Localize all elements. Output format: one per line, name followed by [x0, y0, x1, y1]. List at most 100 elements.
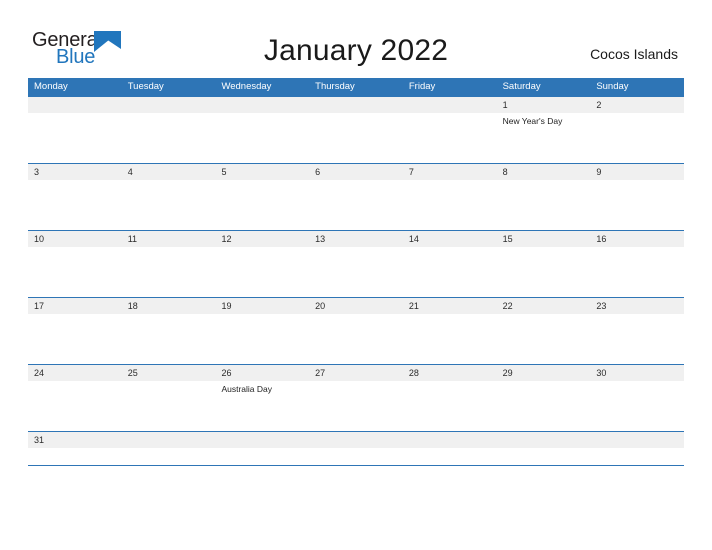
day-number[interactable]	[309, 432, 403, 448]
day-cell[interactable]	[28, 314, 122, 364]
day-cell[interactable]	[215, 314, 309, 364]
day-cell[interactable]	[28, 180, 122, 230]
day-number[interactable]: 4	[122, 164, 216, 180]
day-cell[interactable]	[497, 247, 591, 297]
calendar-page: General Blue January 2022 Cocos Islands …	[0, 0, 712, 550]
day-number[interactable]: 15	[497, 231, 591, 247]
day-number[interactable]: 3	[28, 164, 122, 180]
day-cell[interactable]	[590, 381, 684, 431]
day-number[interactable]	[28, 97, 122, 113]
day-number[interactable]	[215, 97, 309, 113]
day-cell[interactable]	[215, 180, 309, 230]
day-cell[interactable]	[215, 247, 309, 297]
day-cell[interactable]	[590, 314, 684, 364]
day-cell[interactable]	[403, 448, 497, 465]
weekday-friday: Friday	[408, 81, 436, 92]
day-number[interactable]: 13	[309, 231, 403, 247]
day-number[interactable]: 29	[497, 365, 591, 381]
day-number[interactable]: 25	[122, 365, 216, 381]
day-cell[interactable]: New Year's Day	[497, 113, 591, 163]
day-cell[interactable]	[309, 448, 403, 465]
day-number[interactable]: 22	[497, 298, 591, 314]
day-number[interactable]	[590, 432, 684, 448]
day-number[interactable]	[403, 432, 497, 448]
day-number[interactable]: 17	[28, 298, 122, 314]
day-cell[interactable]	[215, 113, 309, 163]
day-number[interactable]: 8	[497, 164, 591, 180]
week-date-band: 24 25 26 27 28 29 30	[28, 365, 684, 381]
day-cell[interactable]	[28, 247, 122, 297]
day-cell[interactable]	[309, 247, 403, 297]
day-cell[interactable]	[403, 180, 497, 230]
day-number[interactable]: 24	[28, 365, 122, 381]
day-number[interactable]: 11	[122, 231, 216, 247]
day-number[interactable]: 10	[28, 231, 122, 247]
day-number[interactable]	[497, 432, 591, 448]
day-cell[interactable]	[122, 448, 216, 465]
day-number[interactable]: 7	[403, 164, 497, 180]
calendar-bottom-rule	[28, 465, 684, 466]
week-row: 24 25 26 27 28 29 30 Australia Day	[28, 364, 684, 431]
day-number[interactable]: 31	[28, 432, 122, 448]
day-cell[interactable]	[122, 113, 216, 163]
weekday-monday: Monday	[34, 81, 68, 92]
day-number[interactable]: 18	[122, 298, 216, 314]
day-number[interactable]: 20	[309, 298, 403, 314]
week-event-band	[28, 448, 684, 465]
day-number[interactable]	[122, 432, 216, 448]
day-cell[interactable]	[403, 247, 497, 297]
day-number[interactable]: 28	[403, 365, 497, 381]
day-cell[interactable]	[215, 448, 309, 465]
day-number[interactable]: 16	[590, 231, 684, 247]
day-cell[interactable]	[309, 381, 403, 431]
day-cell[interactable]	[403, 381, 497, 431]
day-number[interactable]: 1	[497, 97, 591, 113]
week-event-band	[28, 314, 684, 364]
day-cell[interactable]	[590, 180, 684, 230]
day-number[interactable]: 30	[590, 365, 684, 381]
day-number[interactable]: 6	[309, 164, 403, 180]
day-number[interactable]: 27	[309, 365, 403, 381]
day-number[interactable]: 19	[215, 298, 309, 314]
day-number[interactable]: 23	[590, 298, 684, 314]
day-cell[interactable]	[28, 113, 122, 163]
day-number[interactable]	[309, 97, 403, 113]
weekday-tuesday: Tuesday	[127, 81, 164, 92]
day-number[interactable]	[215, 432, 309, 448]
day-cell[interactable]	[122, 247, 216, 297]
day-cell[interactable]	[309, 314, 403, 364]
day-cell[interactable]	[122, 314, 216, 364]
day-cell[interactable]	[28, 448, 122, 465]
day-cell[interactable]	[309, 180, 403, 230]
day-cell[interactable]	[590, 113, 684, 163]
day-cell[interactable]	[403, 314, 497, 364]
day-number[interactable]: 2	[590, 97, 684, 113]
day-cell[interactable]	[497, 314, 591, 364]
weekday-header-row: Monday Tuesday Wednesday Thursday Friday…	[28, 78, 684, 96]
day-cell[interactable]	[28, 381, 122, 431]
day-number[interactable]: 14	[403, 231, 497, 247]
day-cell[interactable]	[497, 180, 591, 230]
day-number[interactable]: 21	[403, 298, 497, 314]
day-number[interactable]	[403, 97, 497, 113]
weekday-wednesday: Wednesday	[221, 81, 272, 92]
day-number[interactable]: 5	[215, 164, 309, 180]
day-cell[interactable]: Australia Day	[215, 381, 309, 431]
day-cell[interactable]	[122, 180, 216, 230]
week-row: 17 18 19 20 21 22 23	[28, 297, 684, 364]
day-cell[interactable]	[590, 247, 684, 297]
day-cell[interactable]	[497, 448, 591, 465]
day-number[interactable]: 9	[590, 164, 684, 180]
day-cell[interactable]	[497, 381, 591, 431]
day-number[interactable]	[122, 97, 216, 113]
day-cell[interactable]	[122, 381, 216, 431]
day-number[interactable]: 12	[215, 231, 309, 247]
day-cell[interactable]	[309, 113, 403, 163]
week-event-band	[28, 180, 684, 230]
week-row: 10 11 12 13 14 15 16	[28, 230, 684, 297]
weekday-sunday: Sunday	[596, 81, 629, 92]
week-row: 1 2 New Year's Day	[28, 96, 684, 163]
day-cell[interactable]	[403, 113, 497, 163]
day-number[interactable]: 26	[215, 365, 309, 381]
day-cell[interactable]	[590, 448, 684, 465]
